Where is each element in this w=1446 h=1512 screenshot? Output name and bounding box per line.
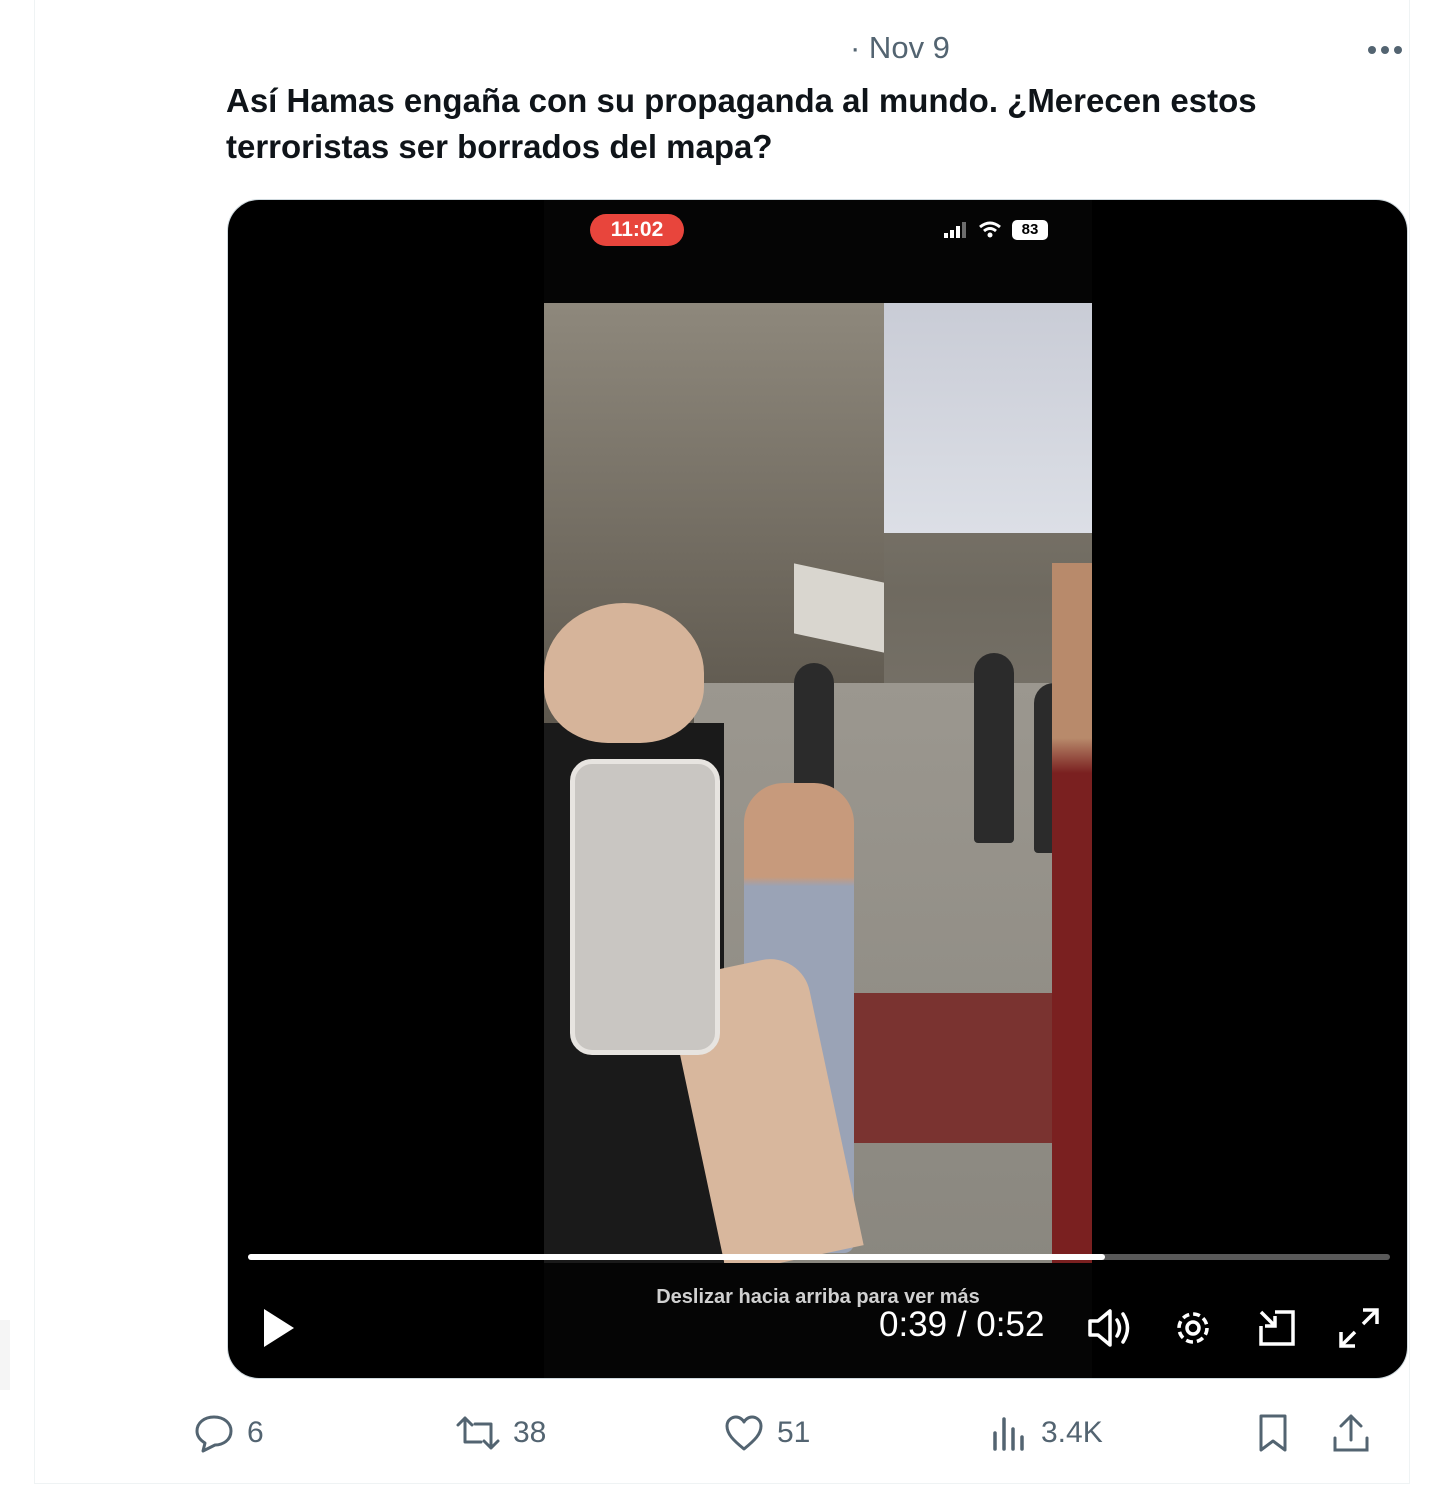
progress-fill xyxy=(248,1254,1105,1260)
repost-count: 38 xyxy=(513,1416,547,1449)
tweet-card[interactable]: · Nov 9 Así Hamas engaña con su propagan… xyxy=(34,0,1410,1484)
fullscreen-button[interactable] xyxy=(1334,1300,1384,1356)
stretcher xyxy=(844,993,1074,1143)
tweet-text: Así Hamas engaña con su propaganda al mu… xyxy=(226,82,1257,165)
reply-icon xyxy=(195,1415,233,1453)
views-button[interactable]: 3.4K xyxy=(989,1405,1103,1461)
bookmark-icon xyxy=(1259,1414,1287,1452)
more-options-button[interactable] xyxy=(1365,30,1405,70)
tweet-timestamp[interactable]: · Nov 9 xyxy=(850,30,950,66)
settings-button[interactable] xyxy=(1168,1300,1218,1356)
share-icon xyxy=(1333,1414,1369,1452)
repost-icon xyxy=(456,1416,500,1450)
battery-indicator: 83 xyxy=(1012,220,1048,240)
phone-status-icons: 83 xyxy=(944,220,1048,240)
video-frame xyxy=(544,303,1092,1263)
progress-bar[interactable] xyxy=(248,1254,1390,1260)
settings-icon xyxy=(1177,1312,1209,1344)
pop-out-icon xyxy=(1259,1310,1295,1346)
tweet-actions: 6 38 51 3.4K xyxy=(35,1405,1411,1461)
volume-button[interactable] xyxy=(1084,1300,1136,1356)
wifi-icon xyxy=(979,221,1001,238)
more-icon xyxy=(1368,46,1402,54)
bookmark-button[interactable] xyxy=(1253,1405,1293,1461)
fullscreen-icon xyxy=(1339,1308,1379,1348)
play-button[interactable] xyxy=(254,1300,302,1356)
man-head xyxy=(544,603,704,743)
left-edge-peek xyxy=(0,1320,10,1390)
bystander xyxy=(974,653,1014,843)
heart-icon xyxy=(725,1415,763,1451)
right-man xyxy=(1052,563,1092,1263)
views-icon xyxy=(993,1417,1024,1451)
phone-in-hand xyxy=(570,759,720,1055)
share-button[interactable] xyxy=(1331,1405,1371,1461)
pop-out-button[interactable] xyxy=(1252,1300,1302,1356)
like-count: 51 xyxy=(777,1416,811,1449)
views-count: 3.4K xyxy=(1041,1416,1103,1449)
volume-icon xyxy=(1088,1309,1130,1347)
repost-button[interactable]: 38 xyxy=(455,1405,546,1461)
reply-count: 6 xyxy=(247,1416,264,1449)
video-controls: 0:39 / 0:52 xyxy=(228,1300,1407,1360)
play-icon xyxy=(264,1309,294,1347)
reply-button[interactable]: 6 xyxy=(193,1405,264,1461)
video-player[interactable]: 11:02 83 Deslizar hacia arriba para ver … xyxy=(227,199,1408,1379)
phone-status-time: 11:02 xyxy=(590,214,684,246)
signal-icon xyxy=(944,222,966,238)
like-button[interactable]: 51 xyxy=(723,1405,810,1461)
sky xyxy=(882,303,1092,533)
time-display: 0:39 / 0:52 xyxy=(879,1305,1045,1344)
